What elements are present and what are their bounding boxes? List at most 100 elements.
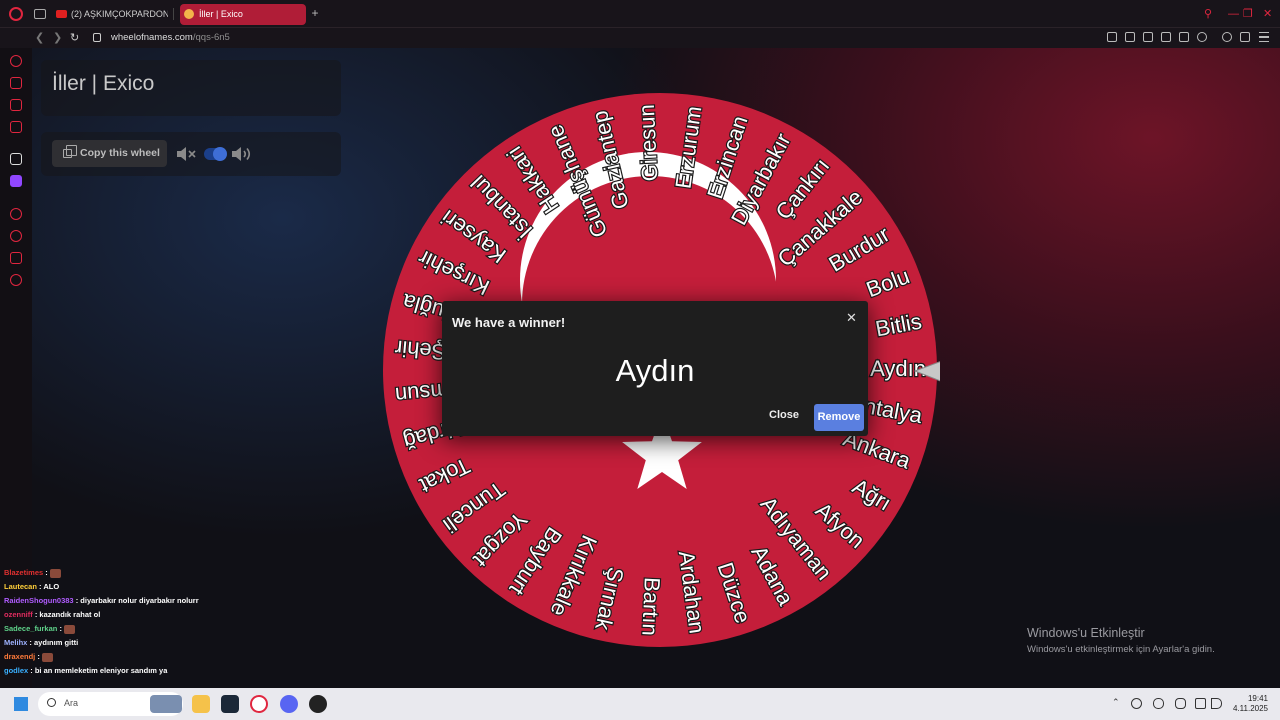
stream-chat-overlay: Blazetimes : Lautecan : ALO RaidenShogun0…	[0, 566, 300, 688]
steam-icon[interactable]	[221, 695, 239, 713]
history-clock-icon[interactable]	[10, 230, 22, 242]
player-icon[interactable]	[10, 208, 22, 220]
tab-manager-icon[interactable]	[34, 9, 46, 19]
chat-emote-icon	[64, 624, 76, 634]
chat-separator: :	[57, 624, 65, 633]
url-path: /qqs-6n5	[192, 32, 230, 43]
wheel-slice-label: Giresun	[634, 104, 662, 182]
download-icon[interactable]	[1240, 32, 1250, 42]
translate-icon[interactable]	[1179, 32, 1189, 42]
chat-message: ozenniff : kazandık rahat ol	[0, 608, 300, 622]
chat-message: godlex : bi an memleketim eleniyor sandı…	[0, 664, 300, 678]
opera-logo-icon[interactable]	[9, 7, 23, 21]
bookmark-icon[interactable]	[1107, 32, 1117, 42]
file-explorer-icon[interactable]	[192, 695, 210, 713]
cloud-icon[interactable]	[1153, 698, 1164, 709]
chat-message: draxendj :	[0, 650, 300, 664]
snapshot-icon[interactable]	[1125, 32, 1135, 42]
chat-emote-icon	[41, 652, 53, 662]
easy-setup-menu-icon[interactable]	[1259, 32, 1269, 42]
windows-taskbar: Ara ⌃ 19:41 4.11.2025	[0, 688, 1280, 720]
extensions-icon[interactable]	[10, 252, 22, 264]
pinboard-icon[interactable]	[10, 153, 22, 165]
chat-text: bi an memleketim eleniyor sandım ya	[34, 666, 168, 675]
chat-username: Blazetimes	[4, 568, 44, 577]
chat-username: RaidenShogun0383	[4, 596, 74, 605]
tray-chevron-up-icon[interactable]: ⌃	[1112, 697, 1120, 708]
winner-name: Aydın	[615, 353, 695, 388]
minimize-icon[interactable]: —	[1228, 8, 1239, 20]
url-domain: wheelofnames.com	[111, 32, 193, 43]
chat-username: godlex	[4, 666, 29, 675]
remove-button[interactable]: Remove	[814, 404, 864, 431]
messenger-icon[interactable]	[10, 99, 22, 111]
microphone-icon[interactable]	[1175, 698, 1186, 709]
taskbar-clock[interactable]: 19:41 4.11.2025	[1228, 694, 1268, 714]
chat-message: Melihx : aydınım gitti	[0, 636, 300, 650]
adblock-shield-icon[interactable]	[1143, 32, 1153, 42]
vpn-icon[interactable]	[1161, 32, 1171, 42]
chat-separator: :	[43, 568, 50, 577]
chat-message: RaidenShogun0383 : diyarbakır nolur diya…	[0, 594, 300, 608]
reload-icon[interactable]: ↻	[70, 31, 79, 45]
search-label: Ara	[64, 698, 79, 708]
twitch-icon[interactable]	[10, 175, 22, 187]
new-tab-plus-icon[interactable]: +	[309, 7, 321, 20]
volume-icon[interactable]	[231, 145, 255, 163]
opera-taskbar-icon[interactable]	[250, 695, 268, 713]
news-icon[interactable]	[10, 121, 22, 133]
wheel-slice-label: Bartın	[637, 577, 665, 637]
wheel-slice-label: Şehir	[394, 335, 447, 365]
sync-icon[interactable]	[1131, 698, 1142, 709]
profile-icon[interactable]	[1222, 32, 1232, 42]
wheel-title[interactable]: İller | Exico	[52, 72, 154, 96]
wheel-slice-label: Aydın	[870, 356, 926, 381]
close-button[interactable]: Close	[769, 409, 799, 421]
chat-text: ALO	[43, 582, 60, 591]
sound-toggle[interactable]	[204, 147, 227, 161]
obs-icon[interactable]	[309, 695, 327, 713]
settings-gear-icon[interactable]	[10, 274, 22, 286]
mute-icon[interactable]	[176, 146, 198, 162]
shopping-bag-icon[interactable]	[10, 77, 22, 89]
speaker-icon[interactable]	[1211, 698, 1222, 709]
clock-date: 4.11.2025	[1233, 704, 1268, 713]
chat-message: Lautecan : ALO	[0, 580, 300, 594]
chat-separator: :	[27, 638, 35, 647]
network-icon[interactable]	[1195, 698, 1206, 709]
chat-emote-icon	[49, 568, 61, 578]
maximize-icon[interactable]: ❐	[1243, 8, 1253, 20]
chat-username: draxendj	[4, 652, 36, 661]
clock-time: 19:41	[1247, 694, 1268, 703]
forward-arrow-icon[interactable]: ❯	[53, 31, 62, 45]
chat-text: diyarbakır nolur diyarbakır nolurr	[80, 596, 199, 605]
winner-dialog-title: We have a winner!	[452, 315, 566, 330]
tab-search-icon[interactable]: ⚲	[1204, 8, 1212, 20]
chat-text: kazandık rahat ol	[39, 610, 101, 619]
address-bar: ❮ ❯ ↻ wheelofnames.com/qqs-6n5	[0, 28, 1280, 48]
chat-username: Melihx	[4, 638, 28, 647]
search-highlight-image[interactable]	[150, 695, 182, 713]
tab-separator	[173, 8, 174, 20]
tab-youtube[interactable]: (2) AŞKIMÇOKPARDON |	[52, 4, 168, 25]
tab-wheel-active[interactable]: İller | Exico	[180, 4, 306, 25]
copy-wheel-button[interactable]: Copy this wheel	[52, 140, 167, 167]
chat-text: aydınım gitti	[34, 638, 79, 647]
copy-wheel-label: Copy this wheel	[80, 147, 160, 159]
url-field[interactable]: wheelofnames.com/qqs-6n5	[111, 31, 230, 45]
back-arrow-icon[interactable]: ❮	[35, 31, 44, 45]
aria-icon[interactable]	[10, 55, 22, 67]
heart-icon[interactable]	[1197, 32, 1207, 42]
winner-dialog: We have a winner! ✕ Aydın Close Remove	[442, 301, 868, 436]
tab-label: İller | Exico	[199, 9, 243, 19]
windows-activation-watermark: Windows'u Etkinleştir Windows'u etkinleş…	[1027, 626, 1215, 655]
chat-separator: :	[35, 652, 42, 661]
dialog-close-icon[interactable]: ✕	[846, 310, 857, 326]
discord-icon[interactable]	[280, 695, 298, 713]
chat-separator: :	[28, 666, 35, 675]
activation-subtitle: Windows'u etkinleştirmek için Ayarlar'a …	[1027, 644, 1215, 655]
lock-icon[interactable]	[93, 33, 101, 42]
close-window-icon[interactable]: ✕	[1263, 8, 1272, 20]
windows-start-icon[interactable]	[14, 697, 28, 711]
activation-title: Windows'u Etkinleştir	[1027, 626, 1145, 640]
